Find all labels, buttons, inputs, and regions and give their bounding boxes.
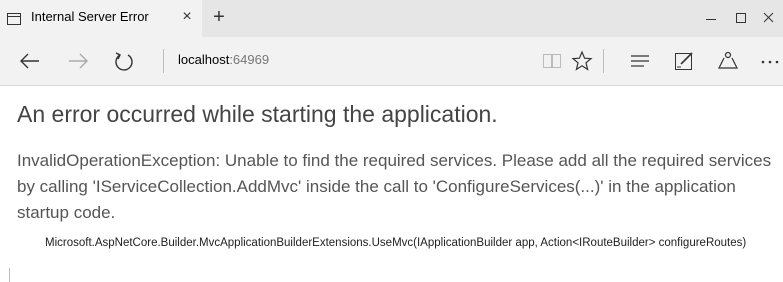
- browser-tab[interactable]: Internal Server Error ×: [0, 0, 202, 37]
- tab-title: Internal Server Error: [31, 9, 149, 24]
- address-host: localhost: [178, 52, 230, 67]
- error-title: An error occurred while starting the app…: [17, 101, 498, 127]
- minimize-icon[interactable]: [700, 9, 722, 27]
- star-icon[interactable]: [570, 49, 594, 73]
- error-stack-frame[interactable]: Microsoft.AspNetCore.Builder.MvcApplicat…: [45, 235, 757, 251]
- pen-note-icon[interactable]: [672, 49, 696, 73]
- page-icon: [7, 12, 21, 30]
- refresh-icon[interactable]: [112, 49, 136, 73]
- new-tab-button[interactable]: +: [208, 7, 230, 29]
- stack-rule: [9, 268, 10, 282]
- forward-arrow-icon[interactable]: [66, 49, 90, 73]
- book-icon[interactable]: [540, 49, 564, 73]
- share-icon[interactable]: [716, 49, 740, 73]
- maximize-icon[interactable]: [730, 9, 752, 27]
- address-separator: [163, 49, 164, 73]
- toolbar-separator: [603, 49, 604, 73]
- navigation-bar: localhost:64969: [0, 37, 783, 86]
- address-port: :64969: [229, 52, 270, 67]
- hub-icon[interactable]: [628, 49, 652, 73]
- more-icon[interactable]: [758, 49, 782, 73]
- tab-bar: Internal Server Error × +: [0, 0, 783, 37]
- tab-close-icon[interactable]: ×: [177, 7, 197, 27]
- address-bar[interactable]: localhost:64969: [178, 52, 269, 67]
- error-message: InvalidOperationException: Unable to fin…: [17, 151, 772, 222]
- back-arrow-icon[interactable]: [18, 49, 42, 73]
- window-close-icon[interactable]: [758, 9, 780, 27]
